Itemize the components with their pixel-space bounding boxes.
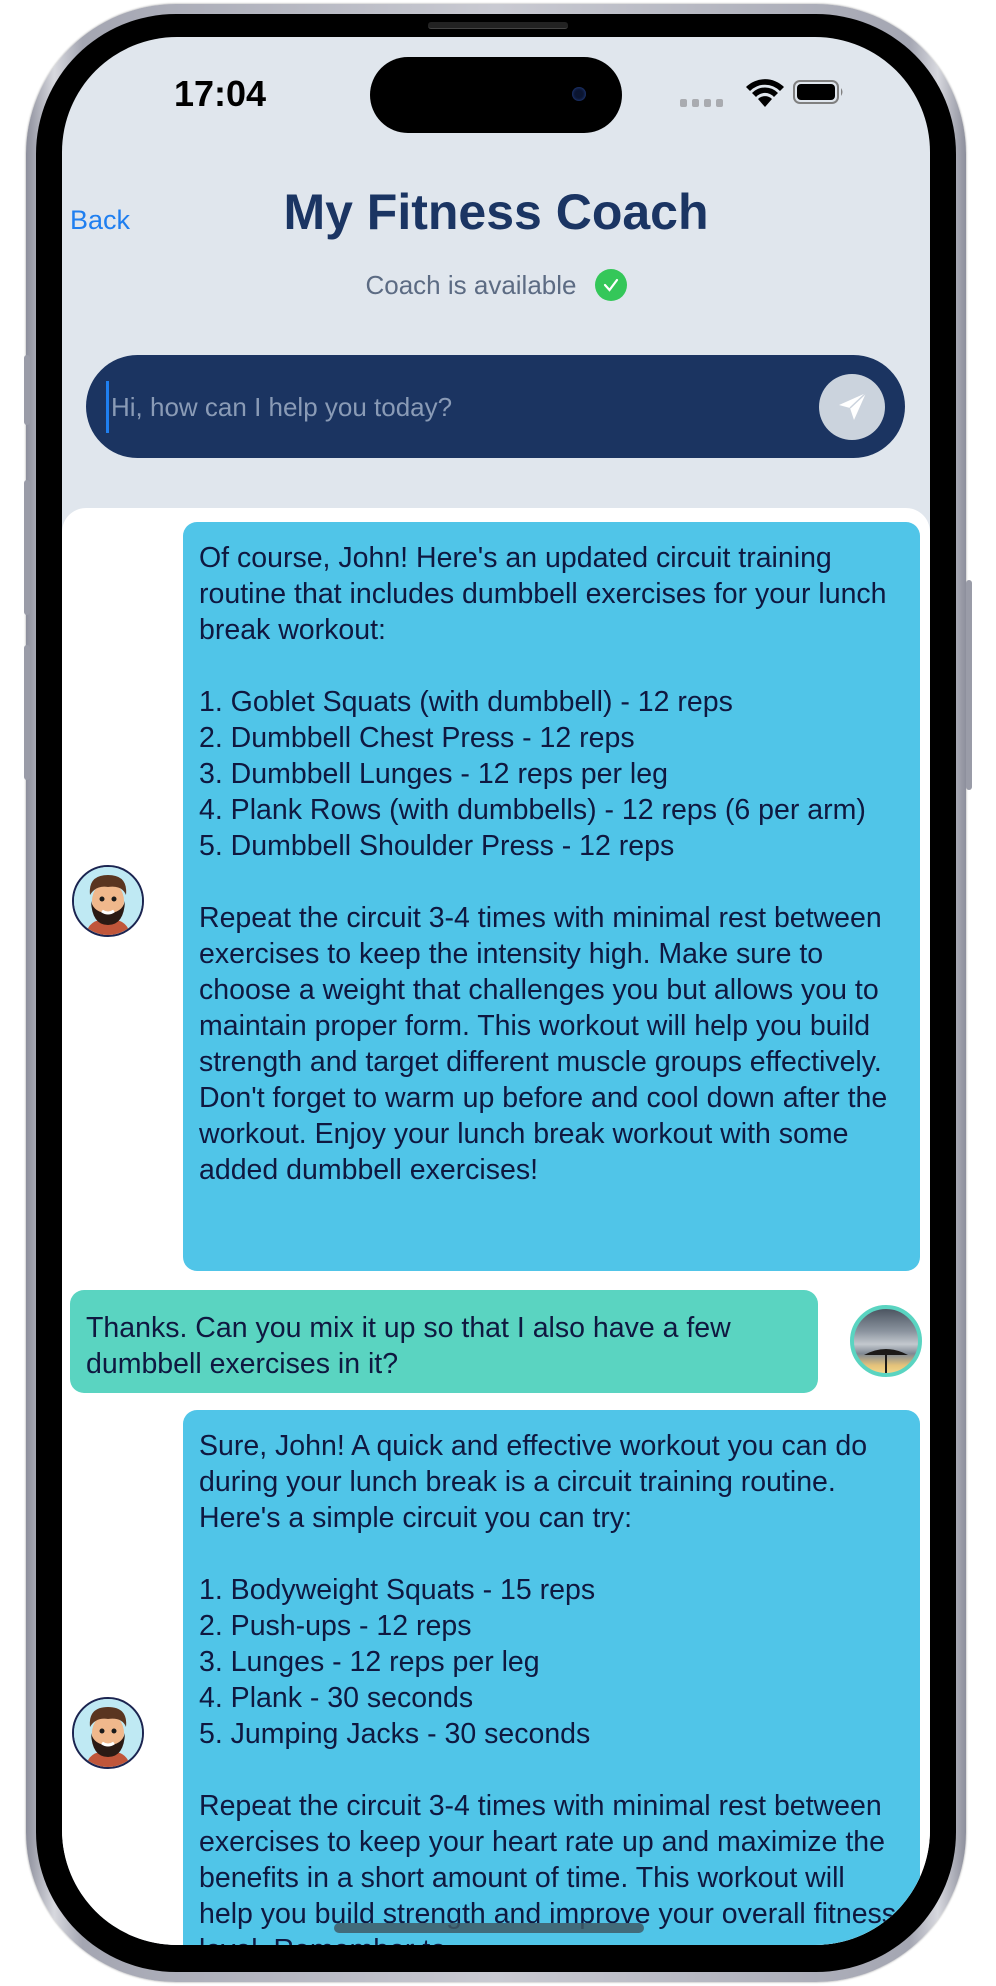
message-input[interactable] xyxy=(106,381,793,433)
power-button xyxy=(966,580,972,790)
bearded-man-avatar-icon xyxy=(74,1699,142,1767)
bearded-man-avatar-icon xyxy=(74,867,142,935)
screen: 17:04 Back My Fitness Coach Coach is ava… xyxy=(62,37,930,1945)
earpiece-speaker xyxy=(428,22,568,29)
coach-message: Sure, John! A quick and effective workou… xyxy=(183,1410,920,1945)
front-camera-icon xyxy=(572,87,586,101)
volume-down-button xyxy=(24,645,30,780)
page-title: My Fitness Coach xyxy=(283,184,709,240)
coach-avatar xyxy=(72,865,144,937)
availability-text: Coach is available xyxy=(365,269,577,300)
user-message: Thanks. Can you mix it up so that I also… xyxy=(70,1290,818,1393)
chat-thread[interactable]: Of course, John! Here's an updated circu… xyxy=(62,508,930,1945)
wifi-icon xyxy=(746,79,784,107)
dynamic-island xyxy=(370,57,622,133)
battery-icon xyxy=(793,80,843,104)
message-composer xyxy=(86,355,905,458)
user-avatar xyxy=(850,1305,922,1377)
coach-availability: Coach is available xyxy=(62,269,930,301)
status-time: 17:04 xyxy=(174,73,267,114)
cellular-signal-icon xyxy=(680,99,723,107)
umbrella-photo-icon xyxy=(864,1349,908,1373)
volume-up-button xyxy=(24,480,30,615)
action-button xyxy=(24,355,30,425)
send-button[interactable] xyxy=(819,374,885,440)
coach-avatar xyxy=(72,1697,144,1769)
checkmark-circle-icon xyxy=(594,269,627,301)
coach-message: Of course, John! Here's an updated circu… xyxy=(183,522,920,1271)
home-indicator[interactable] xyxy=(334,1923,644,1933)
paper-plane-icon xyxy=(839,392,867,420)
